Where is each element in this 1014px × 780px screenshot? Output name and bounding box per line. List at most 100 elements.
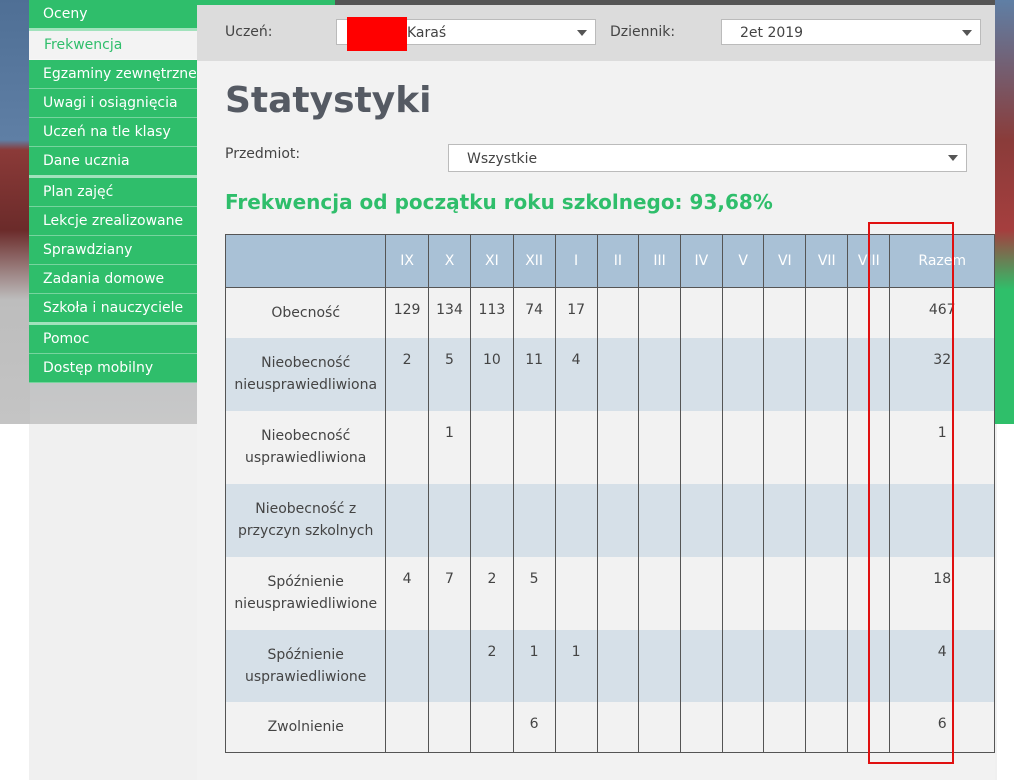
table-cell: 74: [512, 287, 556, 338]
table-cell: [470, 701, 514, 753]
table-cell: 1: [554, 629, 598, 702]
sidebar-item-plan-zajęć[interactable]: Plan zajęć: [29, 178, 197, 207]
table-cell: 2: [385, 337, 429, 411]
razem-cell: 1: [889, 410, 995, 484]
table-cell: [679, 701, 723, 753]
table-cell: [763, 287, 807, 338]
table-cell: [385, 701, 429, 753]
table-cell: [638, 701, 681, 753]
sidebar-item-frekwencja[interactable]: Frekwencja: [29, 31, 197, 60]
table-cell: [763, 629, 807, 702]
table-header-cell: XII: [512, 234, 556, 288]
subject-select[interactable]: Wszystkie: [448, 144, 967, 172]
table-cell: [554, 701, 598, 753]
razem-cell: 467: [889, 287, 995, 338]
table-cell: [805, 701, 849, 753]
table-cell: [847, 410, 891, 484]
student-label: Uczeń:: [225, 24, 273, 40]
table-cell: [805, 629, 849, 702]
table-header-cell: X: [427, 234, 472, 288]
table-cell: [385, 629, 429, 702]
chevron-down-icon: [948, 155, 958, 161]
table-row: Spóźnienie nieusprawiedliwione 4 7 2 5 18: [224, 556, 995, 630]
sidebar-item-egzaminy-zewnętrzne[interactable]: Egzaminy zewnętrzne: [29, 60, 197, 89]
filter-bar: Uczeń: Karaś Dziennik: 2et 2019: [197, 5, 995, 61]
table-cell: 4: [554, 337, 598, 411]
table-cell: [596, 701, 640, 753]
table-cell: [385, 483, 429, 557]
table-cell: [847, 701, 891, 753]
table-row: Nieobecność z przyczyn szkolnych: [224, 483, 995, 557]
attendance-summary: Frekwencja od początku roku szkolnego: 9…: [225, 190, 773, 214]
row-label: Nieobecność nieusprawiedliwiona: [224, 337, 387, 411]
table-cell: [847, 337, 891, 411]
table-cell: [721, 410, 765, 484]
student-select-value: Karaś: [407, 25, 447, 41]
table-cell: [721, 337, 765, 411]
table-row: Spóźnienie usprawiedliwione 2 1 1 4: [224, 629, 995, 702]
table-cell: [554, 483, 598, 557]
table-cell: [596, 556, 640, 630]
table-header-row: IX X XI XII I II III IV V VI VII VIII Razem: [224, 234, 995, 288]
sidebar-item-sprawdziany[interactable]: Sprawdziany: [29, 236, 197, 265]
sidebar-item-pomoc[interactable]: Pomoc: [29, 325, 197, 354]
table-row: Zwolnienie 6 6: [224, 701, 995, 753]
sidebar-item-dostęp-mobilny[interactable]: Dostęp mobilny: [29, 354, 197, 383]
sidebar-item-szkoła-i-nauczyciele[interactable]: Szkoła i nauczyciele: [29, 294, 197, 325]
sidebar-item-oceny[interactable]: Oceny: [29, 0, 197, 31]
table-cell: 17: [554, 287, 598, 338]
chevron-down-icon: [577, 30, 587, 36]
table-cell: 129: [385, 287, 429, 338]
redaction-box: [347, 17, 407, 51]
table-cell: [512, 483, 556, 557]
sidebar-item-uczeń-na-tle-klasy[interactable]: Uczeń na tle klasy: [29, 118, 197, 147]
table-cell: [721, 701, 765, 753]
student-select[interactable]: Karaś: [336, 17, 596, 51]
table-cell: [385, 410, 429, 484]
table-cell: 11: [512, 337, 556, 411]
table-cell: [805, 483, 849, 557]
table-cell: [763, 410, 807, 484]
row-label: Obecność: [224, 287, 387, 338]
table-cell: 10: [470, 337, 514, 411]
table-cell: [596, 483, 640, 557]
razem-cell: [889, 483, 995, 557]
table-header-empty: [224, 234, 387, 288]
table-cell: [763, 337, 807, 411]
background-left-strip: [0, 0, 30, 424]
table-cell: [638, 629, 681, 702]
table-cell: [427, 483, 472, 557]
sidebar-nav: Oceny Frekwencja Egzaminy zewnętrzne Uwagi …: [29, 0, 197, 383]
table-cell: [554, 556, 598, 630]
razem-cell: 32: [889, 337, 995, 411]
table-cell: [847, 483, 891, 557]
razem-cell: 6: [889, 701, 995, 753]
table-header-cell: IV: [679, 234, 723, 288]
table-cell: 1: [512, 629, 556, 702]
table-cell: [596, 629, 640, 702]
table-cell: [721, 556, 765, 630]
sidebar-item-dane-ucznia[interactable]: Dane ucznia: [29, 147, 197, 178]
sidebar-item-uwagi-i-osiągnięcia[interactable]: Uwagi i osiągnięcia: [29, 89, 197, 118]
table-cell: [805, 410, 849, 484]
sidebar-item-lekcje-zrealizowane[interactable]: Lekcje zrealizowane: [29, 207, 197, 236]
subject-select-value: Wszystkie: [467, 151, 538, 167]
sidebar-item-zadania-domowe[interactable]: Zadania domowe: [29, 265, 197, 294]
razem-cell: 18: [889, 556, 995, 630]
table-cell: [679, 410, 723, 484]
table-cell: [763, 556, 807, 630]
table-cell: [679, 556, 723, 630]
row-label: Spóźnienie usprawiedliwione: [224, 629, 387, 702]
table-cell: [763, 483, 807, 557]
table-cell: [427, 701, 472, 753]
table-cell: [427, 629, 472, 702]
table-cell: [679, 287, 723, 338]
journal-select[interactable]: 2et 2019: [721, 19, 981, 45]
table-header-cell: V: [721, 234, 765, 288]
table-header-cell: II: [596, 234, 640, 288]
table-cell: [721, 287, 765, 338]
table-cell: 5: [427, 337, 472, 411]
table-cell: [847, 556, 891, 630]
table-cell: [763, 701, 807, 753]
table-cell: [638, 337, 681, 411]
